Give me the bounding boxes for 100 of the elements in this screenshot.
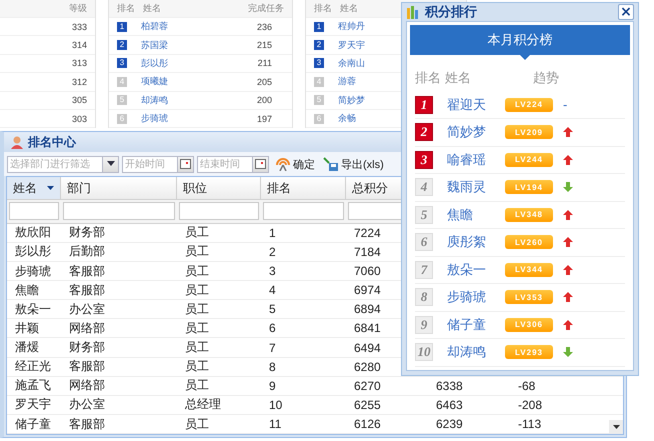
window-title: 排名中心 <box>28 134 76 150</box>
name-link[interactable]: 焦瞻 <box>447 206 505 224</box>
pointer-icon <box>520 55 530 60</box>
name-link[interactable]: 敖朵一 <box>447 260 505 279</box>
table-cell: 员工 <box>185 320 209 337</box>
table-cell: 11 <box>269 417 282 431</box>
table-cell: 财务部 <box>69 224 105 242</box>
table-cell: 312 <box>72 76 87 87</box>
name-link[interactable]: 彭以彤 <box>141 56 168 70</box>
table-cell: 员工 <box>185 262 209 280</box>
table-cell: 6280 <box>354 360 381 374</box>
name-link[interactable]: 却涛鸣 <box>141 94 168 107</box>
table-cell: 员工 <box>185 300 209 318</box>
table-cell: 197 <box>256 114 272 124</box>
name-link[interactable]: 庾彤絮 <box>447 233 505 252</box>
rank-badge: 2 <box>314 40 324 50</box>
column-header: 姓名 <box>340 2 358 15</box>
column-header[interactable]: 排名 <box>267 180 291 197</box>
column-header[interactable]: 职位 <box>183 180 207 197</box>
name-link[interactable]: 柏碧蓉 <box>141 20 168 34</box>
table-cell: 办公室 <box>69 396 105 414</box>
start-date-field[interactable]: 开始时间 <box>122 156 177 172</box>
table-cell: 314 <box>72 40 87 50</box>
column-header[interactable]: 总积分 <box>352 180 388 197</box>
rank-badge: 7 <box>415 260 433 279</box>
name-link[interactable]: 步骑琥 <box>141 112 168 126</box>
table-cell: 员工 <box>185 282 209 299</box>
table-cell: 客服部 <box>69 282 105 299</box>
rank-badge: 2 <box>117 40 127 50</box>
table-cell: 6 <box>269 321 276 336</box>
dropdown-button[interactable] <box>102 156 119 172</box>
calendar-button[interactable] <box>177 156 194 172</box>
column-header: 姓名 <box>445 69 472 88</box>
table-cell: 员工 <box>185 224 209 242</box>
filter-field[interactable] <box>63 202 175 220</box>
level-badge: LV348 <box>505 208 553 222</box>
table-cell: 6270 <box>354 378 381 393</box>
table-cell: 7 <box>269 340 276 354</box>
table-cell: 井颖 <box>15 320 39 337</box>
table-cell: 6338 <box>436 378 463 393</box>
table-cell: 205 <box>256 76 272 87</box>
department-select[interactable]: 选择部门进行筛选 <box>7 156 102 172</box>
rank-badge: 5 <box>415 206 433 224</box>
name-link[interactable]: 却涛鸣 <box>447 343 505 362</box>
close-button[interactable]: × <box>618 4 634 20</box>
name-link[interactable]: 翟迎天 <box>447 96 505 114</box>
table-cell: 305 <box>72 95 87 106</box>
filter-field[interactable] <box>179 202 259 220</box>
table-cell: 彭以彤 <box>15 243 51 260</box>
column-header: 姓名 <box>143 2 161 15</box>
table-cell: 员工 <box>185 416 209 432</box>
name-link[interactable]: 苏国梁 <box>141 38 168 52</box>
table-cell: 7060 <box>354 264 381 278</box>
calendar-button[interactable] <box>252 156 269 172</box>
bar-chart-icon <box>406 5 420 19</box>
table-cell: 4 <box>269 283 276 298</box>
table-cell: -68 <box>518 378 536 393</box>
table-cell: 6255 <box>354 398 381 412</box>
rank-badge: 3 <box>314 58 324 68</box>
rank-badge: 3 <box>117 58 127 68</box>
scroll-down-icon[interactable] <box>609 420 623 434</box>
name-link[interactable]: 魏雨灵 <box>447 178 505 196</box>
table-cell: 6894 <box>354 302 381 316</box>
column-header: 排名 <box>117 2 135 15</box>
table-cell: 6463 <box>436 398 463 412</box>
filter-field[interactable] <box>9 202 59 220</box>
table-cell: 总经理 <box>185 396 221 414</box>
end-date-field[interactable]: 结束时间 <box>197 156 252 172</box>
level-badge: LV244 <box>505 152 553 167</box>
rank-badge: 2 <box>415 123 433 142</box>
name-link[interactable]: 程帅丹 <box>338 20 365 34</box>
column-header[interactable]: 部门 <box>67 180 91 197</box>
table-cell: 客服部 <box>69 358 105 376</box>
trend-text: - <box>563 97 568 112</box>
confirm-button[interactable]: 确定 <box>273 156 317 172</box>
table-cell: 5 <box>269 302 276 316</box>
filter-field[interactable] <box>263 202 344 220</box>
name-link[interactable]: 项曦婕 <box>141 75 168 88</box>
caret-icon <box>47 186 54 190</box>
name-link[interactable]: 余畅 <box>338 112 356 126</box>
table-cell: 7224 <box>354 226 381 240</box>
table-cell: 员工 <box>185 243 209 260</box>
name-link[interactable]: 喻睿瑶 <box>447 150 505 169</box>
rank-badge: 4 <box>415 178 433 196</box>
name-link[interactable]: 罗天宇 <box>338 38 365 52</box>
name-link[interactable]: 简妙梦 <box>338 94 365 107</box>
calendar-icon <box>180 159 191 169</box>
name-link[interactable]: 游蓉 <box>338 75 356 88</box>
rank-badge: 3 <box>415 150 433 169</box>
export-button[interactable]: 导出(xls) <box>321 156 386 172</box>
table-cell: 步骑琥 <box>15 262 51 280</box>
name-link[interactable]: 步骑琥 <box>447 288 505 306</box>
name-link[interactable]: 储子童 <box>447 316 505 334</box>
name-link[interactable]: 余南山 <box>338 56 365 70</box>
table-cell: 财务部 <box>69 339 105 356</box>
column-header: 排名 <box>314 2 332 15</box>
name-link[interactable]: 简妙梦 <box>447 123 505 142</box>
table-cell: 6841 <box>354 321 381 336</box>
table-cell: 员工 <box>185 339 209 356</box>
table-cell: 236 <box>256 22 272 32</box>
